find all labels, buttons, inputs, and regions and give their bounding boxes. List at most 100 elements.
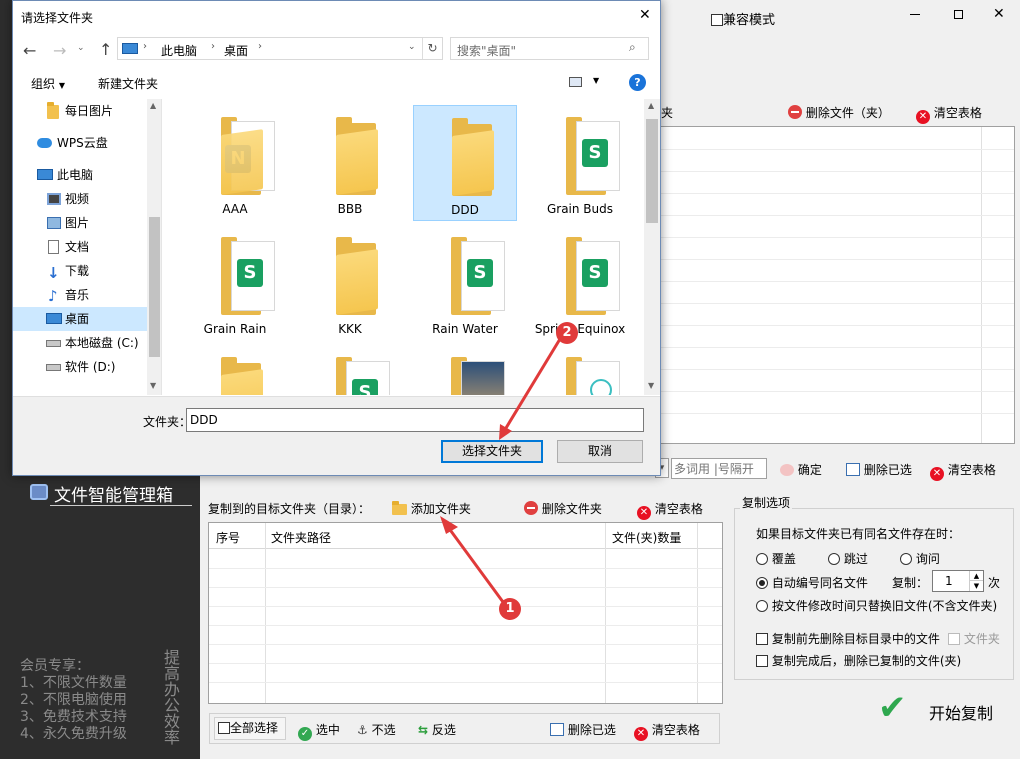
- cancel-button[interactable]: 取消: [557, 440, 643, 463]
- new-folder-button[interactable]: 新建文件夹: [98, 75, 158, 92]
- folder-name-input[interactable]: [186, 408, 644, 432]
- nav-item-wps-cloud[interactable]: WPS云盘: [13, 131, 147, 155]
- nav-item-drive-d[interactable]: 软件 (D:): [13, 355, 147, 379]
- breadcrumb-item[interactable]: 此电脑: [161, 42, 197, 59]
- delete-before-box[interactable]: [756, 633, 768, 645]
- filter-keywords-input[interactable]: [671, 458, 767, 479]
- radio-auto-number[interactable]: [756, 577, 768, 589]
- option-skip[interactable]: 跳过: [828, 550, 868, 567]
- compat-mode-checkbox[interactable]: 兼容模式: [711, 9, 775, 28]
- app-close-icon[interactable]: ✕: [993, 6, 1005, 22]
- scroll-up-icon[interactable]: ▲: [648, 101, 654, 110]
- nav-scroll-thumb[interactable]: [149, 217, 160, 357]
- add-folder-button[interactable]: 添加文件夹: [392, 500, 471, 517]
- delete-selected-button[interactable]: 删除已选: [550, 721, 616, 738]
- filter-confirm-button[interactable]: 确定: [780, 461, 822, 478]
- minimize-icon[interactable]: [910, 14, 920, 15]
- forward-arrow-icon[interactable]: →: [53, 41, 66, 60]
- top-delete-button[interactable]: 删除文件（夹）: [788, 104, 890, 121]
- select-folder-button[interactable]: 选择文件夹: [441, 440, 543, 463]
- copy-count-stepper[interactable]: 1 ▲ ▼: [932, 570, 984, 592]
- stepper-down-icon[interactable]: ▼: [969, 581, 983, 591]
- dialog-close-icon[interactable]: ✕: [639, 7, 651, 23]
- filter-delete-selected-button[interactable]: 删除已选: [846, 461, 912, 478]
- maximize-icon[interactable]: [954, 10, 963, 19]
- scroll-down-icon[interactable]: ▼: [150, 381, 156, 390]
- nav-item-daily-pictures[interactable]: 每日图片: [13, 99, 147, 123]
- radio-replace-old[interactable]: [756, 600, 768, 612]
- search-box[interactable]: 搜索"桌面" ⌕: [450, 37, 649, 60]
- scroll-up-icon[interactable]: ▲: [150, 101, 156, 110]
- nav-item-drive-c[interactable]: 本地磁盘 (C:): [13, 331, 147, 355]
- delete-after-box[interactable]: [756, 655, 768, 667]
- up-arrow-icon[interactable]: ↑: [99, 40, 112, 59]
- filter-clear-button[interactable]: ✕ 清空表格: [930, 461, 996, 481]
- folder-tile-ddd[interactable]: DDD: [413, 105, 517, 221]
- delete-after-checkbox[interactable]: 复制完成后，删除已复制的文件(夹): [756, 652, 961, 669]
- column-header-count[interactable]: 文件(夹)数量: [612, 529, 681, 546]
- select-button[interactable]: ✓ 选中: [298, 721, 340, 741]
- nav-item-this-pc[interactable]: 此电脑: [13, 163, 147, 187]
- address-dropdown-icon[interactable]: ⌄: [408, 42, 416, 52]
- navigation-pane[interactable]: 每日图片 WPS云盘 此电脑 视频 图片 文档 ↓ 下载 ♪ 音乐 桌面 本地磁盘 …: [13, 99, 162, 395]
- folder-tile-spring-equinox[interactable]: S Spring Equinox: [528, 225, 632, 341]
- nav-scrollbar[interactable]: ▲ ▼: [147, 99, 161, 395]
- folder-tile-grain-buds[interactable]: S Grain Buds: [528, 105, 632, 221]
- radio-skip[interactable]: [828, 553, 840, 565]
- option-replace-old[interactable]: 按文件修改时间只替换旧文件(不含文件夹): [756, 597, 997, 614]
- option-ask[interactable]: 询问: [900, 550, 940, 567]
- top-clear-button[interactable]: ✕ 清空表格: [916, 104, 982, 124]
- folder-tile[interactable]: [413, 345, 517, 395]
- folder-tile-aaa[interactable]: N AAA: [183, 105, 287, 221]
- file-scroll-thumb[interactable]: [646, 119, 658, 223]
- nav-item-music[interactable]: ♪ 音乐: [13, 283, 147, 307]
- compat-checkbox-box[interactable]: [711, 14, 723, 26]
- folder-option-box[interactable]: [948, 633, 960, 645]
- start-copy-button[interactable]: ✔ 开始复制: [874, 688, 1004, 730]
- recent-dropdown-icon[interactable]: ⌄: [77, 43, 85, 53]
- source-file-table[interactable]: [650, 126, 1015, 444]
- nav-item-downloads[interactable]: ↓ 下载: [13, 259, 147, 283]
- nav-item-desktop[interactable]: 桌面: [13, 307, 147, 331]
- delete-folder-button[interactable]: 删除文件夹: [524, 500, 602, 517]
- back-arrow-icon[interactable]: ←: [23, 41, 36, 60]
- select-all-checkbox[interactable]: 全部选择: [214, 717, 286, 740]
- organize-menu[interactable]: 组织 ▼: [31, 75, 65, 92]
- bottom-clear-button[interactable]: ✕ 清空表格: [634, 721, 700, 741]
- target-folder-table[interactable]: 序号 文件夹路径 文件(夹)数量: [208, 522, 723, 704]
- target-clear-button[interactable]: ✕ 清空表格: [637, 500, 703, 520]
- copy-count-value[interactable]: 1: [945, 574, 953, 588]
- invert-button[interactable]: ⇆ 反选: [418, 721, 456, 738]
- refresh-icon[interactable]: ↻: [422, 38, 442, 59]
- column-header-index[interactable]: 序号: [216, 529, 240, 546]
- folder-option-checkbox[interactable]: 文件夹: [948, 630, 1000, 647]
- folder-tile[interactable]: [528, 345, 632, 395]
- view-dropdown-icon[interactable]: ▼: [593, 76, 599, 85]
- column-header-path[interactable]: 文件夹路径: [271, 529, 331, 546]
- address-bar[interactable]: › 此电脑 › 桌面 › ⌄ ↻: [117, 37, 443, 60]
- option-overwrite[interactable]: 覆盖: [756, 550, 796, 567]
- nav-item-pictures[interactable]: 图片: [13, 211, 147, 235]
- folder-tile-kkk[interactable]: KKK: [298, 225, 402, 341]
- folder-tile-bbb[interactable]: BBB: [298, 105, 402, 221]
- option-auto-number[interactable]: 自动编号同名文件: [756, 574, 868, 591]
- start-copy-label: 开始复制: [929, 704, 994, 723]
- scroll-down-icon[interactable]: ▼: [648, 381, 654, 390]
- folder-tile-rain-water[interactable]: S Rain Water: [413, 225, 517, 341]
- folder-tile[interactable]: S: [298, 345, 402, 395]
- select-all-box[interactable]: [218, 722, 230, 734]
- stepper-up-icon[interactable]: ▲: [969, 571, 983, 581]
- breadcrumb-item[interactable]: 桌面: [224, 42, 248, 59]
- radio-overwrite[interactable]: [756, 553, 768, 565]
- folder-tile-grain-rain[interactable]: S Grain Rain: [183, 225, 287, 341]
- nav-item-video[interactable]: 视频: [13, 187, 147, 211]
- nav-item-documents[interactable]: 文档: [13, 235, 147, 259]
- file-area-scrollbar[interactable]: ▲ ▼: [644, 99, 660, 395]
- view-mode-icon[interactable]: [569, 77, 582, 87]
- folder-tile[interactable]: [183, 345, 287, 395]
- folder-grid[interactable]: N AAA BBB DDD S Grain Buds S Grain Rain …: [163, 99, 643, 395]
- delete-before-checkbox[interactable]: 复制前先删除目标目录中的文件: [756, 630, 940, 647]
- radio-ask[interactable]: [900, 553, 912, 565]
- help-icon[interactable]: ?: [629, 74, 646, 91]
- unselect-button[interactable]: ⚓ 不选: [357, 721, 396, 738]
